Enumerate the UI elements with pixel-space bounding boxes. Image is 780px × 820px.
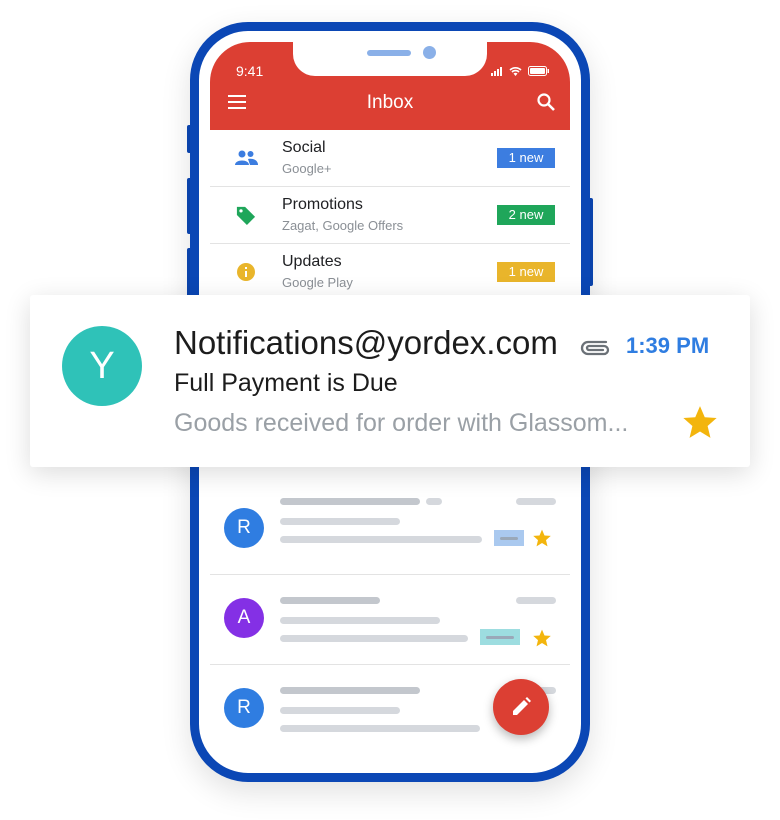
avatar: A [224, 598, 264, 638]
placeholder-line [280, 597, 380, 604]
star-icon[interactable] [681, 403, 719, 441]
placeholder-line [280, 518, 400, 525]
star-icon[interactable] [532, 528, 552, 548]
speaker-grille [367, 50, 411, 56]
placeholder-line [280, 635, 468, 642]
status-time: 9:41 [236, 63, 264, 79]
wifi-icon [509, 67, 522, 76]
star-icon[interactable] [532, 628, 552, 648]
pencil-icon [513, 697, 531, 715]
email-time: 1:39 PM [626, 333, 710, 358]
phone-notch [293, 42, 487, 76]
attachment-icon [580, 340, 610, 356]
featured-email-card[interactable]: Y Notifications@yordex.com 1:39 PM Full … [30, 295, 750, 467]
placeholder-line [426, 498, 442, 505]
app-bar: 9:41 Inbox [210, 42, 570, 130]
category-name: Social [282, 139, 326, 156]
new-badge: 1 new [497, 262, 555, 282]
email-row[interactable]: R [210, 484, 570, 575]
category-updates[interactable]: Updates Google Play 1 new [210, 244, 570, 301]
signal-icon [491, 67, 502, 76]
placeholder-line [280, 498, 420, 505]
placeholder-line [280, 687, 420, 694]
email-row[interactable]: A [210, 574, 570, 665]
category-promotions[interactable]: Promotions Zagat, Google Offers 2 new [210, 187, 570, 244]
info-icon [237, 263, 255, 281]
placeholder-line [280, 536, 482, 543]
app-bar-title: Inbox [366, 92, 414, 113]
placeholder-line [516, 597, 556, 604]
sender-avatar: Y [62, 326, 142, 406]
placeholder-line [280, 707, 400, 714]
sender-address: Notifications@yordex.com [174, 324, 558, 361]
avatar: R [224, 508, 264, 548]
label-chip [480, 629, 520, 645]
category-social[interactable]: Social Google+ 1 new [210, 130, 570, 187]
placeholder-line [516, 498, 556, 505]
category-subtitle: Google Play [282, 275, 353, 290]
search-icon[interactable] [536, 92, 556, 112]
category-subtitle: Zagat, Google Offers [282, 218, 404, 233]
compose-button[interactable] [493, 679, 549, 735]
avatar: R [224, 688, 264, 728]
people-icon [235, 150, 258, 165]
email-subject: Full Payment is Due [174, 369, 398, 397]
category-subtitle: Google+ [282, 161, 332, 176]
battery-icon [528, 66, 549, 76]
category-name: Updates [282, 253, 342, 270]
new-badge: 2 new [497, 205, 555, 225]
tag-icon [236, 206, 256, 225]
label-chip [494, 530, 524, 546]
status-icons [491, 66, 550, 76]
front-camera [423, 46, 436, 59]
placeholder-line [280, 617, 440, 624]
category-name: Promotions [282, 196, 363, 213]
email-snippet: Goods received for order with Glassom... [174, 409, 629, 437]
placeholder-line [280, 725, 480, 732]
new-badge: 1 new [497, 148, 555, 168]
